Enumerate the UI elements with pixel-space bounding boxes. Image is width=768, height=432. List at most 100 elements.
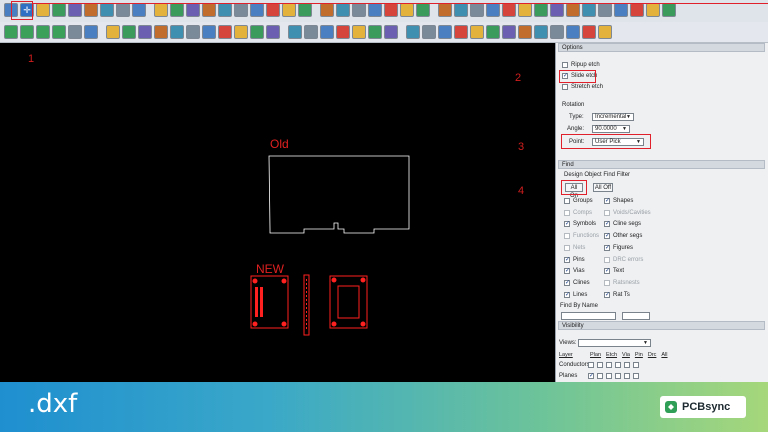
design-canvas[interactable]: 1 Old NEW 2 3 4 (0, 43, 555, 382)
find-filter-checkbox[interactable]: ✓ (564, 291, 570, 298)
toolbar-tool-icon[interactable] (250, 25, 264, 39)
toolbar-tool-icon[interactable] (550, 25, 564, 39)
toolbar-tool-icon[interactable] (368, 3, 382, 17)
toolbar-tool-icon[interactable] (170, 3, 184, 17)
toolbar-tool-icon[interactable] (36, 25, 50, 39)
find-by-name-type[interactable] (561, 312, 616, 320)
toolbar-tool-icon[interactable] (438, 25, 452, 39)
vis-checkbox[interactable] (597, 373, 603, 379)
find-filter-checkbox[interactable]: ✓ (604, 221, 610, 228)
toolbar-tool-icon[interactable] (116, 3, 130, 17)
toolbar-tool-icon[interactable] (352, 25, 366, 39)
vis-checkbox[interactable] (624, 362, 630, 368)
find-filter-other-segs[interactable]: ✓ Other segs (604, 233, 642, 240)
toolbar-tool-icon[interactable] (132, 3, 146, 17)
toolbar-tool-icon[interactable] (406, 25, 420, 39)
toolbar-tool-icon[interactable] (566, 3, 580, 17)
find-filter-checkbox[interactable]: ✓ (604, 244, 610, 251)
toolbar-tool-icon[interactable] (122, 25, 136, 39)
toolbar-tool-icon[interactable] (186, 25, 200, 39)
vis-checkbox[interactable] (633, 373, 639, 379)
toolbar-tool-icon[interactable] (534, 25, 548, 39)
toolbar-tool-icon[interactable] (502, 25, 516, 39)
toolbar-tool-icon[interactable] (384, 25, 398, 39)
stretch-etch-checkbox[interactable] (562, 84, 568, 90)
toolbar-tool-icon[interactable] (336, 25, 350, 39)
toolbar-tool-icon[interactable] (598, 25, 612, 39)
toolbar-tool-icon[interactable] (202, 25, 216, 39)
toolbar-tool-icon[interactable] (582, 3, 596, 17)
toolbar-tool-icon[interactable] (438, 3, 452, 17)
toolbar-tool-icon[interactable] (218, 3, 232, 17)
ripup-etch-checkbox[interactable] (562, 62, 568, 68)
toolbar-tool-icon[interactable] (320, 3, 334, 17)
toolbar-tool-icon[interactable] (20, 25, 34, 39)
find-filter-symbols[interactable]: ✓ Symbols (564, 221, 596, 228)
find-filter-checkbox[interactable]: ✓ (604, 291, 610, 298)
toolbar-tool-icon[interactable] (100, 3, 114, 17)
toolbar-tool-icon[interactable] (202, 3, 216, 17)
vis-checkbox[interactable] (624, 373, 630, 379)
toolbar-tool-icon[interactable] (400, 3, 414, 17)
toolbar-tool-icon[interactable] (368, 25, 382, 39)
toolbar-tool-icon[interactable] (52, 3, 66, 17)
toolbar-tool-icon[interactable] (84, 25, 98, 39)
toolbar-tool-icon[interactable] (170, 25, 184, 39)
find-filter-text[interactable]: ✓ Text (604, 268, 624, 275)
toolbar-tool-icon[interactable] (68, 25, 82, 39)
toolbar-tool-icon[interactable] (84, 3, 98, 17)
toolbar-tool-icon[interactable] (266, 25, 280, 39)
vis-checkbox[interactable] (615, 373, 621, 379)
toolbar-tool-icon[interactable] (486, 25, 500, 39)
vis-checkbox[interactable] (597, 362, 603, 368)
toolbar-tool-icon[interactable] (138, 25, 152, 39)
toolbar-tool-icon[interactable] (470, 3, 484, 17)
ripup-etch-option[interactable]: Ripup etch (562, 62, 600, 68)
find-by-name-field[interactable] (622, 312, 650, 320)
toolbar-tool-icon[interactable] (486, 3, 500, 17)
toolbar-tool-icon[interactable] (454, 25, 468, 39)
find-filter-clines[interactable]: ✓ Clines (564, 279, 590, 286)
find-filter-pins[interactable]: ✓ Pins (564, 256, 585, 263)
find-filter-checkbox[interactable]: ✓ (564, 268, 570, 275)
toolbar-tool-icon[interactable] (384, 3, 398, 17)
vis-checkbox[interactable] (606, 362, 612, 368)
find-filter-checkbox[interactable]: ✓ (604, 198, 610, 204)
vis-checkbox[interactable] (633, 362, 639, 368)
toolbar-tool-icon[interactable] (154, 3, 168, 17)
toolbar-tool-icon[interactable] (566, 25, 580, 39)
find-filter-lines[interactable]: ✓ Lines (564, 291, 587, 298)
find-filter-groups[interactable]: Groups (564, 198, 593, 204)
find-filter-checkbox[interactable]: ✓ (604, 233, 610, 240)
toolbar-tool-icon[interactable] (282, 3, 296, 17)
find-filter-shapes[interactable]: ✓ Shapes (604, 198, 633, 204)
stretch-etch-option[interactable]: Stretch etch (562, 84, 603, 90)
toolbar-tool-icon[interactable] (454, 3, 468, 17)
toolbar-tool-icon[interactable] (470, 25, 484, 39)
toolbar-tool-icon[interactable] (352, 3, 366, 17)
toolbar-tool-icon[interactable] (234, 25, 248, 39)
vis-checkbox[interactable] (588, 362, 594, 368)
find-filter-checkbox[interactable]: ✓ (564, 279, 570, 286)
vis-checkbox[interactable] (606, 373, 612, 379)
find-filter-checkbox[interactable]: ✓ (604, 268, 610, 275)
toolbar-tool-icon[interactable] (416, 3, 430, 17)
toolbar-tool-icon[interactable] (266, 3, 280, 17)
toolbar-tool-icon[interactable] (154, 25, 168, 39)
toolbar-tool-icon[interactable] (234, 3, 248, 17)
vis-checkbox[interactable] (615, 362, 621, 368)
toolbar-tool-icon[interactable] (218, 25, 232, 39)
toolbar-tool-icon[interactable] (630, 3, 644, 17)
toolbar-tool-icon[interactable] (550, 3, 564, 17)
toolbar-tool-icon[interactable] (646, 3, 660, 17)
find-filter-cline-segs[interactable]: ✓ Cline segs (604, 221, 641, 228)
toolbar-tool-icon[interactable] (250, 3, 264, 17)
toolbar-tool-icon[interactable] (36, 3, 50, 17)
angle-select[interactable]: 90.0000 ▼ (592, 125, 630, 133)
find-filter-checkbox[interactable] (564, 198, 570, 204)
toolbar-tool-icon[interactable] (336, 3, 350, 17)
find-filter-rat-ts[interactable]: ✓ Rat Ts (604, 291, 630, 298)
vis-checkbox[interactable]: ✓ (588, 373, 594, 379)
views-select[interactable]: ▼ (578, 339, 651, 347)
toolbar-tool-icon[interactable] (52, 25, 66, 39)
